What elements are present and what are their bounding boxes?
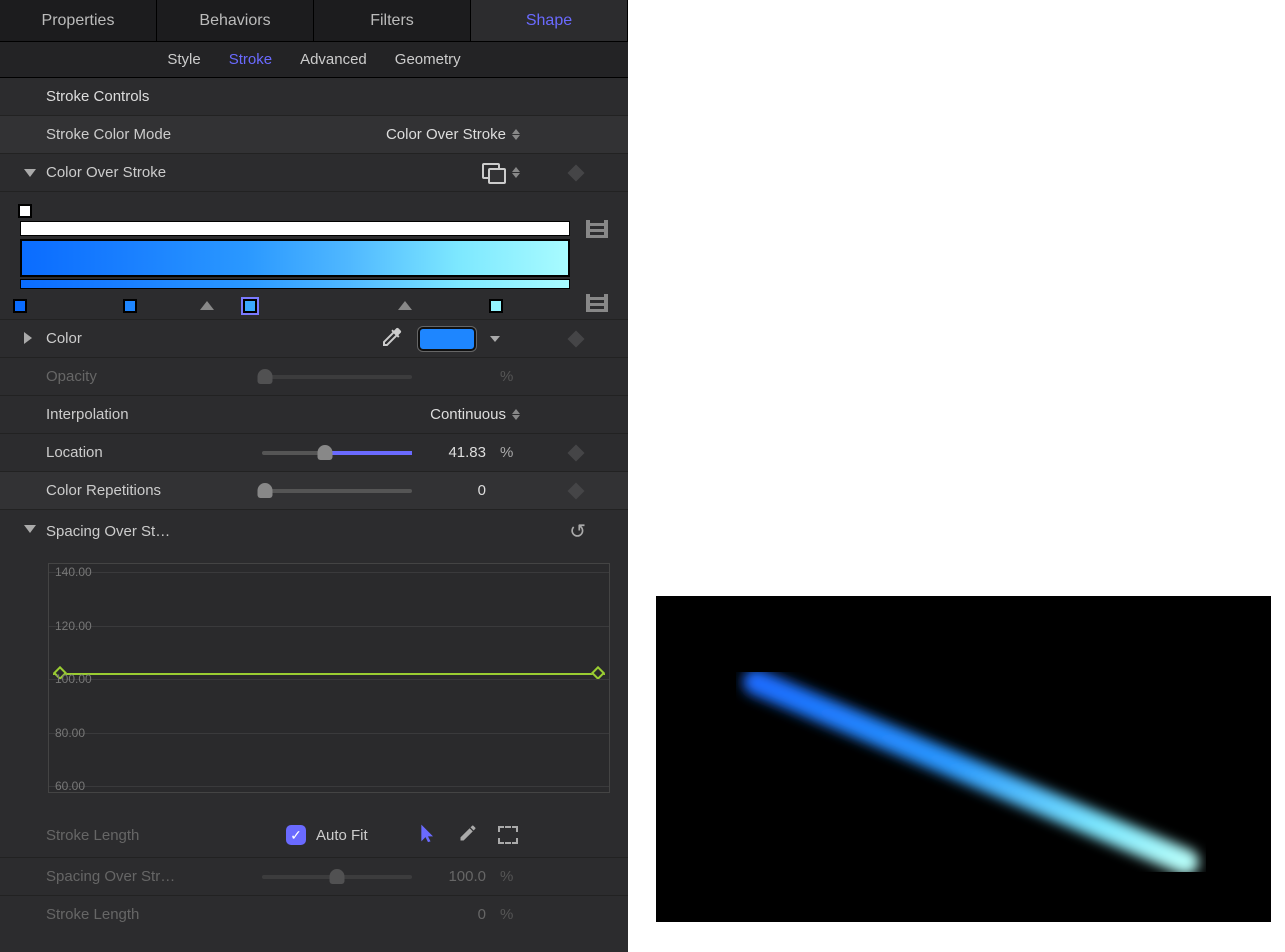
label-spacing-over-stroke: Spacing Over St… bbox=[46, 523, 236, 540]
gradient-color-stop[interactable] bbox=[13, 299, 27, 313]
label-color-repetitions: Color Repetitions bbox=[46, 482, 236, 499]
panel-body: Stroke Controls Stroke Color Mode Color … bbox=[0, 78, 628, 952]
gradient-midpoint[interactable] bbox=[200, 301, 214, 310]
slider-opacity bbox=[262, 375, 412, 379]
scroll-area: Stroke Controls Stroke Color Mode Color … bbox=[0, 78, 628, 952]
opacity-stop[interactable] bbox=[18, 204, 32, 218]
tab-properties[interactable]: Properties bbox=[0, 0, 157, 41]
unit-location: % bbox=[500, 444, 520, 461]
graph-tool-row: Stroke Length ✓ Auto Fit bbox=[0, 813, 628, 857]
subtab-style[interactable]: Style bbox=[167, 51, 200, 68]
slider-spacing-over-str bbox=[262, 875, 412, 879]
opacity-bar[interactable] bbox=[20, 221, 570, 236]
row-opacity: Opacity % bbox=[0, 357, 628, 395]
graph-tick-label: 60.00 bbox=[55, 779, 85, 793]
tab-behaviors[interactable]: Behaviors bbox=[157, 0, 314, 41]
main-tabs: Properties Behaviors Filters Shape bbox=[0, 0, 628, 42]
disclosure-spacing[interactable] bbox=[24, 525, 36, 533]
reset-icon[interactable]: ↺ bbox=[569, 519, 586, 544]
gradient-editor bbox=[0, 191, 628, 319]
checkbox-auto-fit[interactable]: ✓ bbox=[286, 825, 306, 845]
label-color: Color bbox=[46, 330, 236, 347]
distribute-opacity-icon[interactable] bbox=[586, 220, 608, 238]
slider-location[interactable] bbox=[262, 451, 412, 455]
graph-tick-label: 80.00 bbox=[55, 726, 85, 740]
subtab-geometry[interactable]: Geometry bbox=[395, 51, 461, 68]
graph-line bbox=[53, 673, 605, 675]
label-auto-fit: Auto Fit bbox=[316, 827, 368, 844]
label-stroke-color-mode: Stroke Color Mode bbox=[46, 126, 236, 143]
gradient-color-stop[interactable] bbox=[489, 299, 503, 313]
unit-stroke-length: % bbox=[500, 906, 520, 923]
slider-color-repetitions[interactable] bbox=[262, 489, 412, 493]
label-stroke-length-2: Stroke Length bbox=[46, 906, 236, 923]
label-spacing-over-str: Spacing Over Str… bbox=[46, 868, 236, 885]
disclosure-color-over-stroke[interactable] bbox=[24, 169, 36, 177]
chevron-down-icon[interactable] bbox=[490, 336, 500, 342]
popup-interpolation[interactable]: Continuous bbox=[430, 406, 520, 423]
row-color-over-stroke: Color Over Stroke bbox=[0, 153, 628, 191]
row-color: Color bbox=[0, 319, 628, 357]
row-spacing-over-str-value: Spacing Over Str… 100.0 % bbox=[0, 857, 628, 895]
graph-tick-label: 120.00 bbox=[55, 619, 92, 633]
section-stroke-controls: Stroke Controls bbox=[0, 78, 628, 115]
label-stroke-length: Stroke Length bbox=[46, 827, 236, 844]
row-spacing-over-stroke-header: Spacing Over St… ↺ bbox=[0, 509, 628, 553]
inspector-panel: Properties Behaviors Filters Shape Style… bbox=[0, 0, 628, 952]
label-color-over-stroke: Color Over Stroke bbox=[46, 164, 236, 181]
label-interpolation: Interpolation bbox=[46, 406, 236, 423]
graph-canvas[interactable]: 140.00 120.00 100.00 80.00 60.00 bbox=[48, 563, 610, 793]
distribute-color-icon[interactable] bbox=[586, 294, 608, 312]
graph-tick-label: 100.00 bbox=[55, 672, 92, 686]
canvas-preview bbox=[656, 596, 1271, 922]
gradient-color-bar[interactable] bbox=[20, 239, 570, 277]
pencil-tool-icon[interactable] bbox=[458, 823, 478, 847]
unit-spacing-over-str: % bbox=[500, 868, 520, 885]
right-area bbox=[628, 0, 1285, 952]
popup-value: Color Over Stroke bbox=[386, 126, 506, 143]
subtab-stroke[interactable]: Stroke bbox=[229, 51, 272, 68]
unit-opacity: % bbox=[500, 368, 520, 385]
graph-spacing-over-stroke: Spacing Over Stroke 140.00120.00100.0080… bbox=[0, 553, 628, 813]
stroke-preview bbox=[736, 672, 1206, 872]
eyedropper-icon[interactable] bbox=[380, 325, 404, 353]
value-location[interactable]: 41.83 bbox=[426, 444, 486, 461]
color-well[interactable] bbox=[418, 327, 476, 351]
row-stroke-length-value: Stroke Length 0 % bbox=[0, 895, 628, 933]
gradient-color-stop[interactable] bbox=[123, 299, 137, 313]
sub-tabs: Style Stroke Advanced Geometry bbox=[0, 42, 628, 78]
row-location: Location 41.83 % bbox=[0, 433, 628, 471]
label-opacity: Opacity bbox=[46, 368, 236, 385]
marquee-tool-icon[interactable] bbox=[498, 826, 518, 844]
row-color-repetitions: Color Repetitions 0 bbox=[0, 471, 628, 509]
gradient-midpoint[interactable] bbox=[398, 301, 412, 310]
gradient-stops-row[interactable] bbox=[20, 293, 570, 313]
tab-shape[interactable]: Shape bbox=[471, 0, 628, 41]
updown-icon bbox=[512, 129, 520, 140]
disclosure-color[interactable] bbox=[24, 332, 32, 344]
popup-value: Continuous bbox=[430, 406, 506, 423]
label-location: Location bbox=[46, 444, 236, 461]
popup-stroke-color-mode[interactable]: Color Over Stroke bbox=[386, 126, 520, 143]
gradient-hint-bar[interactable] bbox=[20, 279, 570, 289]
row-stroke-color-mode: Stroke Color Mode Color Over Stroke bbox=[0, 115, 628, 153]
value-stroke-length: 0 bbox=[426, 906, 486, 923]
graph-tick-label: 140.00 bbox=[55, 565, 92, 579]
updown-icon[interactable] bbox=[512, 167, 520, 178]
row-interpolation: Interpolation Continuous bbox=[0, 395, 628, 433]
tab-filters[interactable]: Filters bbox=[314, 0, 471, 41]
value-color-repetitions[interactable]: 0 bbox=[426, 482, 486, 499]
gradient-color-stop[interactable] bbox=[243, 299, 257, 313]
copy-icon[interactable] bbox=[482, 163, 504, 183]
value-spacing-over-str: 100.0 bbox=[426, 868, 486, 885]
subtab-advanced[interactable]: Advanced bbox=[300, 51, 367, 68]
updown-icon bbox=[512, 409, 520, 420]
pointer-tool-icon[interactable] bbox=[418, 823, 438, 847]
